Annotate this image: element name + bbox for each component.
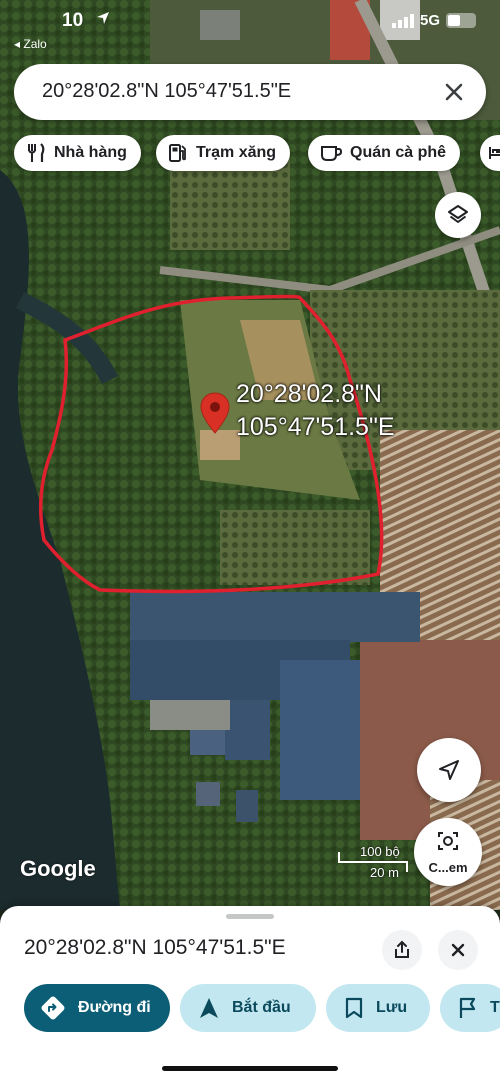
close-sheet-button[interactable] bbox=[438, 930, 478, 970]
layers-button[interactable] bbox=[435, 192, 481, 238]
signal-icon bbox=[391, 13, 414, 28]
location-arrow-icon bbox=[439, 760, 459, 780]
location-arrow-icon bbox=[96, 11, 110, 30]
fork-knife-icon bbox=[28, 143, 45, 162]
camera-label: C...em bbox=[428, 860, 468, 875]
gas-station-icon bbox=[169, 144, 186, 162]
search-bar[interactable]: 20°28'02.8"N 105°47'51.5"E bbox=[14, 64, 486, 120]
map-scale: 100 bộ 20 m bbox=[338, 844, 418, 880]
bookmark-icon bbox=[345, 997, 363, 1019]
status-time: 10 bbox=[62, 10, 84, 31]
bed-icon bbox=[489, 147, 500, 159]
pin-latitude: 20°28'02.8"N bbox=[236, 380, 382, 408]
label-label: T bbox=[490, 999, 500, 1016]
network-type: 5G bbox=[419, 12, 440, 29]
chip-restaurants[interactable]: Nhà hàng bbox=[14, 135, 141, 171]
status-indicators: 5G bbox=[391, 12, 476, 29]
directions-button[interactable]: Đường đi bbox=[24, 984, 170, 1032]
category-chips: Nhà hàng Trạm xăng Quán cà phê bbox=[14, 135, 500, 171]
sheet-drag-handle[interactable] bbox=[226, 914, 274, 919]
scale-imperial: 100 bộ bbox=[360, 844, 400, 859]
pin-longitude: 105°47'51.5"E bbox=[236, 413, 395, 441]
chip-label: Trạm xăng bbox=[196, 144, 277, 161]
chip-hotels[interactable] bbox=[480, 135, 500, 171]
place-title: 20°28'02.8"N 105°47'51.5"E bbox=[24, 936, 286, 959]
label-button[interactable]: T bbox=[440, 984, 500, 1032]
battery-icon bbox=[446, 13, 476, 28]
camera-search-button[interactable]: C...em bbox=[414, 818, 482, 886]
save-label: Lưu bbox=[376, 999, 408, 1016]
start-label: Bắt đầu bbox=[232, 999, 291, 1016]
dropped-pin-icon[interactable] bbox=[200, 392, 230, 439]
camera-lens-icon bbox=[438, 832, 458, 850]
save-button[interactable]: Lưu bbox=[326, 984, 430, 1032]
navigation-arrow-icon bbox=[200, 998, 218, 1018]
share-button[interactable] bbox=[382, 930, 422, 970]
search-query[interactable]: 20°28'02.8"N 105°47'51.5"E bbox=[42, 80, 291, 103]
back-to-app-link[interactable]: ◂ Zalo bbox=[14, 37, 47, 51]
home-indicator bbox=[162, 1066, 338, 1071]
directions-icon bbox=[41, 996, 65, 1020]
my-location-button[interactable] bbox=[417, 738, 481, 802]
layers-icon bbox=[448, 205, 468, 223]
chip-label: Quán cà phê bbox=[350, 144, 447, 161]
share-icon bbox=[395, 940, 409, 958]
google-attribution: Google bbox=[20, 856, 96, 881]
start-navigation-button[interactable]: Bắt đầu bbox=[180, 984, 316, 1032]
action-buttons: Đường đi Bắt đầu Lưu T bbox=[0, 984, 500, 1032]
place-bottom-sheet[interactable]: 20°28'02.8"N 105°47'51.5"E Đường đi Bắt … bbox=[0, 906, 500, 1080]
close-icon[interactable] bbox=[440, 78, 468, 106]
coffee-cup-icon bbox=[321, 146, 342, 161]
flag-icon bbox=[459, 997, 476, 1018]
scale-metric: 20 m bbox=[370, 865, 399, 880]
directions-label: Đường đi bbox=[78, 999, 151, 1016]
status-bar: 10 ◂ Zalo 5G bbox=[0, 0, 500, 56]
close-icon bbox=[451, 943, 465, 957]
chip-coffee[interactable]: Quán cà phê bbox=[308, 135, 461, 171]
chip-gas-stations[interactable]: Trạm xăng bbox=[156, 135, 291, 171]
chip-label: Nhà hàng bbox=[54, 144, 127, 161]
pin-coordinate-label: 20°28'02.8"N 105°47'51.5"E bbox=[236, 378, 395, 444]
